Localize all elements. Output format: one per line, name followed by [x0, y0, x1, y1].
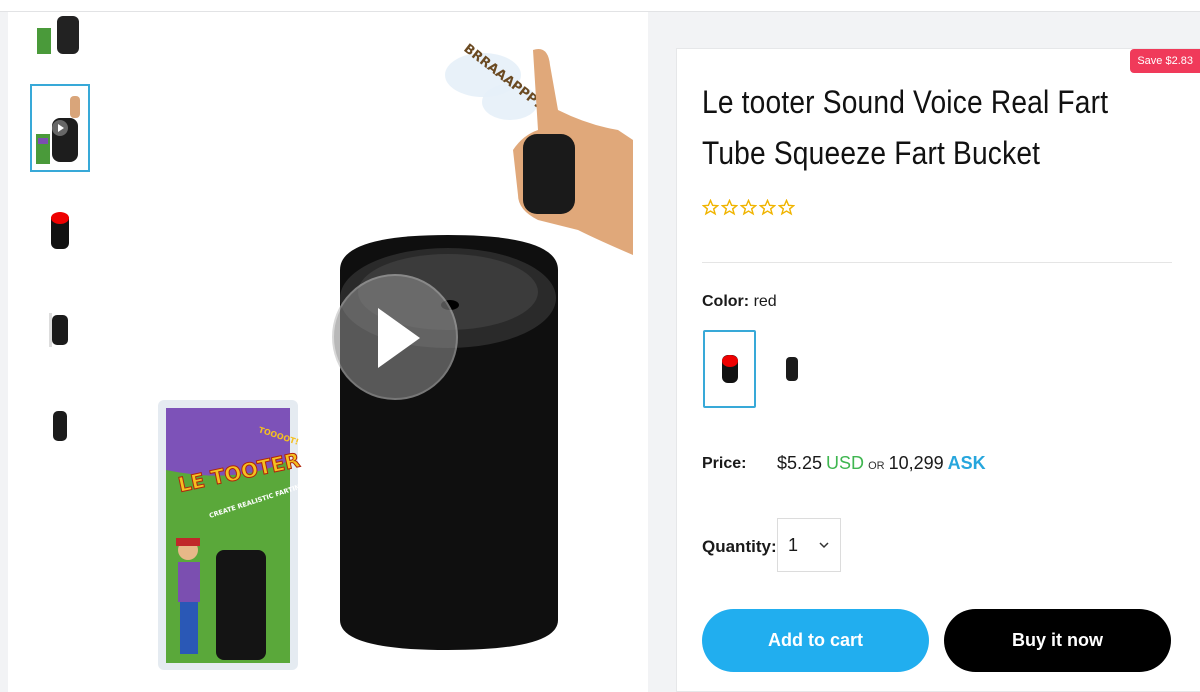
product-info-panel: Save $2.83 Le tooter Sound Voice Real Fa…	[676, 48, 1200, 692]
thumbnail-black-1[interactable]	[30, 286, 90, 374]
thumbnail-red[interactable]	[30, 186, 90, 274]
product-title: Le tooter Sound Voice Real Fart Tube Squ…	[702, 84, 1109, 171]
swatch-black[interactable]	[765, 330, 818, 408]
star-icon	[721, 199, 738, 216]
color-selected-value: red	[753, 293, 777, 310]
star-icon	[740, 199, 757, 216]
price-value: $5.25 USD OR 10,299 ASK	[777, 453, 986, 474]
star-icon	[702, 199, 719, 216]
alt-price-currency: ASK	[947, 453, 986, 473]
color-label: Color:	[702, 293, 750, 310]
star-icon	[778, 199, 795, 216]
chevron-down-icon	[819, 542, 829, 549]
main-media-video[interactable]: BRRAAAPPP! LE TOOTER TOOOOT! CREATE REAL…	[118, 30, 638, 680]
alt-price-amount: 10,299	[888, 453, 944, 473]
swatch-red[interactable]	[703, 330, 756, 408]
price-label: Price:	[702, 455, 747, 472]
thumbnail-1[interactable]	[30, 0, 90, 72]
price-amount: $5.25	[777, 453, 823, 473]
price-currency: USD	[826, 453, 865, 473]
quantity-value: 1	[788, 534, 799, 555]
rating-stars[interactable]	[702, 199, 795, 216]
thumbnail-video[interactable]	[30, 84, 90, 172]
price-or: OR	[868, 460, 885, 472]
quantity-label: Quantity:	[702, 537, 777, 556]
color-option-label: Color: red	[702, 293, 777, 311]
thumbnail-black-2[interactable]	[30, 382, 90, 470]
divider	[702, 262, 1172, 263]
quantity-select[interactable]: 1	[777, 518, 841, 572]
top-bar	[0, 0, 1200, 12]
save-badge: Save $2.83	[1130, 49, 1200, 73]
product-gallery: BRRAAAPPP! LE TOOTER TOOOOT! CREATE REAL…	[8, 12, 648, 692]
star-icon	[759, 199, 776, 216]
add-to-cart-button[interactable]: Add to cart	[702, 609, 929, 672]
buy-now-button[interactable]: Buy it now	[944, 609, 1171, 672]
